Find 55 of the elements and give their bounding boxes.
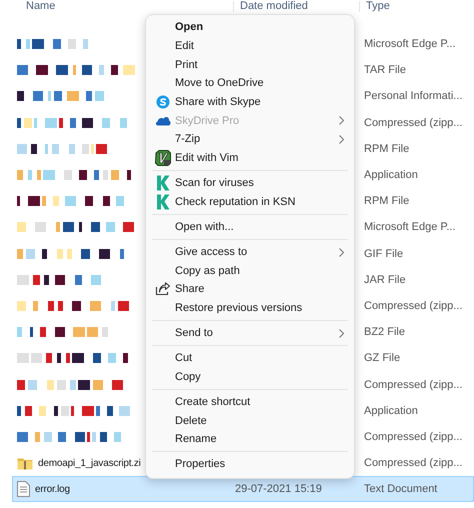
menu-item[interactable]: Edit [150,36,350,56]
skype-icon [156,95,170,110]
file-name: demoapi_1_javascript.zi [38,458,141,469]
menu-item[interactable]: Check reputation in KSN [150,192,350,212]
menu-item[interactable]: Delete [150,411,350,430]
column-header[interactable]: Type [360,1,474,12]
menu-item[interactable]: Properties [150,455,350,474]
type-cell: Microsoft Edge P... [364,38,456,50]
menu-item[interactable]: Move to OneDrive [150,74,350,93]
selected-row[interactable]: error.log 29-07-2021 15:19 Text Document [12,476,474,502]
menu-item[interactable]: Send to [150,324,350,342]
type-cell: Compressed (zipp... [364,430,462,443]
type-cell: GIF File [364,248,404,260]
type-cell: GZ File [364,352,400,364]
menu-item[interactable]: Share [150,280,350,299]
menu-item[interactable]: Open with... [150,218,350,236]
text-file-icon [17,481,30,498]
type-cell: Microsoft Edge P... [364,221,456,234]
menu-item[interactable]: Print [150,55,350,74]
menu-item[interactable]: Share with Skype [150,92,350,112]
menu-item[interactable]: Cut [150,348,350,368]
redacted-name-drawing [17,37,88,52]
type-cell: Compressed (zipp... [364,457,462,470]
menu-item[interactable]: Scan for viruses [150,174,350,193]
k-icon [156,175,170,192]
file-name: error.log [35,484,70,495]
k-icon [156,194,170,210]
menu-item[interactable]: Rename [150,430,350,449]
menu-item[interactable]: Create shortcut [150,392,350,412]
share-icon [154,282,170,296]
menu-item[interactable]: Copy as path [150,261,350,280]
type-cell: Text Document [364,483,438,496]
cloud-icon [154,115,170,126]
menu-item[interactable]: Edit with Vim [150,148,350,168]
zip-folder-icon [17,456,33,470]
type-cell: Compressed (zipp... [364,378,462,391]
type-cell: Personal Informati... [364,90,462,102]
type-cell: BZ2 File [364,326,405,338]
type-cell: TAR File [364,64,406,76]
column-header[interactable]: Date modified [234,1,360,12]
vim-icon [154,150,170,166]
type-cell: Application [364,169,418,182]
column-header[interactable]: Name [0,1,234,12]
menu-item[interactable]: Open [150,18,350,37]
type-cell: RPM File [364,142,410,155]
menu-item[interactable]: Restore previous versions [150,298,350,318]
date-cell: 29-07-2021 15:19 [235,483,322,496]
type-cell: JAR File [364,274,406,286]
type-cell: Compressed (zipp... [364,116,462,129]
type-cell: Application [364,404,418,417]
menu-item[interactable]: Give access to [150,242,350,262]
type-cell: Compressed (zipp... [364,300,462,312]
menu-item[interactable]: 7-Zip [150,130,350,149]
type-cell: RPM File [364,195,410,208]
menu-item[interactable]: Copy [150,368,350,386]
